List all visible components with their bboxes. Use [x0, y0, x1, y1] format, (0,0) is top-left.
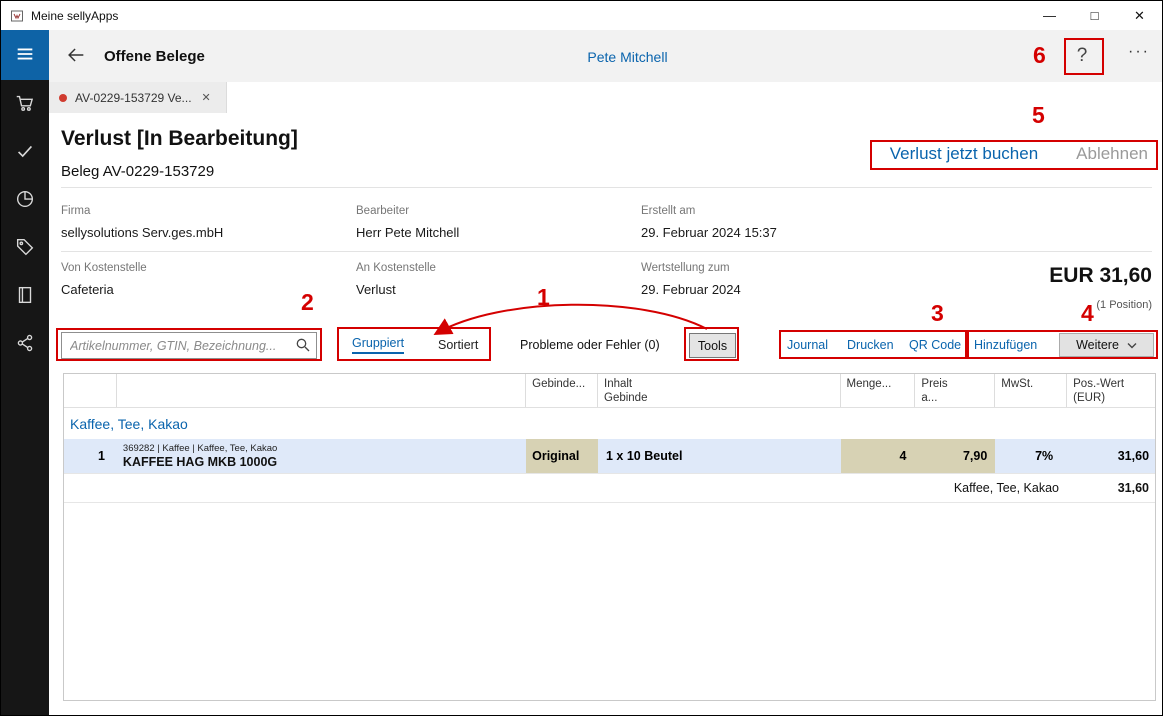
sidebar-item-reports[interactable] — [1, 176, 49, 224]
app-window: Meine sellyApps — □ ✕ — [0, 0, 1163, 716]
toggle-grouped[interactable]: Gruppiert — [352, 334, 404, 354]
cell-pos-wert: 31,60 — [1067, 439, 1155, 473]
divider — [61, 251, 1152, 252]
tab-modified-dot — [59, 94, 67, 102]
summary-label: Kaffee, Tee, Kakao — [64, 481, 1067, 495]
cell-mwst: 7% — [995, 439, 1067, 473]
tools-button[interactable]: Tools — [689, 333, 736, 358]
cell-position: 1 — [64, 439, 117, 473]
col-header-menge[interactable]: Menge... — [841, 374, 916, 407]
sidebar — [1, 30, 49, 715]
page-header: Offene Belege Pete Mitchell ? ··· — [49, 30, 1162, 82]
col-header-article[interactable] — [117, 374, 526, 407]
more-options-button[interactable]: ··· — [1128, 43, 1150, 61]
share-icon — [14, 332, 36, 357]
sidebar-item-tasks[interactable] — [1, 128, 49, 176]
group-header[interactable]: Kaffee, Tee, Kakao — [64, 408, 1155, 439]
col-header-pos[interactable] — [64, 374, 117, 407]
user-button[interactable]: Pete Mitchell — [587, 49, 667, 65]
field-value-wertstellung: 29. Februar 2024 — [641, 282, 741, 297]
field-label-von-kostenstelle: Von Kostenstelle — [61, 262, 147, 274]
field-value-bearbeiter: Herr Pete Mitchell — [356, 225, 459, 240]
tab-close-icon[interactable]: ✕ — [202, 91, 211, 104]
col-header-preis[interactable]: Preis a... — [915, 374, 995, 407]
col-header-inhalt-gebinde[interactable]: Inhalt Gebinde — [598, 374, 841, 407]
back-arrow-icon — [65, 44, 87, 69]
window-controls: — □ ✕ — [1027, 1, 1162, 30]
titlebar: Meine sellyApps — □ ✕ — [1, 1, 1162, 30]
positions-table: Gebinde... Inhalt Gebinde Menge... Preis… — [63, 373, 1156, 701]
search-input[interactable] — [61, 332, 317, 359]
summary-value: 31,60 — [1067, 481, 1155, 495]
sidebar-item-prices[interactable] — [1, 224, 49, 272]
field-label-wertstellung: Wertstellung zum — [641, 262, 730, 274]
cell-gebinde: Original — [526, 439, 598, 473]
reject-button[interactable]: Ablehnen — [1076, 144, 1148, 164]
window-title: Meine sellyApps — [31, 9, 118, 23]
field-label-an-kostenstelle: An Kostenstelle — [356, 262, 436, 274]
back-button[interactable] — [61, 41, 91, 71]
toggle-sorted[interactable]: Sortiert — [438, 334, 478, 356]
sidebar-item-journal[interactable] — [1, 272, 49, 320]
document-tab[interactable]: AV-0229-153729 Ve... ✕ — [49, 82, 227, 113]
col-header-gebinde[interactable]: Gebinde... — [526, 374, 598, 407]
chevron-down-icon — [1127, 338, 1137, 352]
table-header-row: Gebinde... Inhalt Gebinde Menge... Preis… — [64, 374, 1155, 408]
tag-icon — [14, 236, 36, 261]
qr-code-link[interactable]: QR Code — [909, 334, 961, 356]
sidebar-item-cart[interactable] — [1, 80, 49, 128]
cell-menge[interactable]: 4 — [841, 439, 916, 473]
field-label-erstellt-am: Erstellt am — [641, 205, 695, 217]
cart-icon — [14, 92, 36, 117]
field-label-firma: Firma — [61, 205, 90, 217]
col-header-pos-wert[interactable]: Pos.-Wert (EUR) — [1067, 374, 1155, 407]
tab-label: AV-0229-153729 Ve... — [75, 91, 192, 105]
article-name: KAFFEE HAG MKB 1000G — [123, 455, 526, 469]
field-value-firma: sellysolutions Serv.ges.mbH — [61, 225, 223, 240]
book-loss-button[interactable]: Verlust jetzt buchen — [890, 144, 1038, 164]
divider — [61, 187, 1152, 188]
close-button[interactable]: ✕ — [1117, 1, 1162, 30]
check-icon — [14, 140, 36, 165]
hamburger-menu-button[interactable] — [1, 30, 49, 80]
maximize-button[interactable]: □ — [1072, 1, 1117, 30]
group-summary-row: Kaffee, Tee, Kakao 31,60 — [64, 474, 1155, 503]
help-button[interactable]: ? — [1066, 39, 1098, 72]
problems-label: Probleme oder Fehler (0) — [520, 334, 660, 356]
tab-bar: AV-0229-153729 Ve... ✕ — [49, 82, 1162, 113]
document-actions: Verlust jetzt buchen Ablehnen — [890, 144, 1148, 164]
field-value-von-kostenstelle: Cafeteria — [61, 282, 114, 297]
main-content: Verlust [In Bearbeitung] Beleg AV-0229-1… — [49, 113, 1162, 715]
search-icon — [295, 337, 311, 358]
field-value-an-kostenstelle: Verlust — [356, 282, 396, 297]
app-icon — [10, 9, 24, 23]
table-row[interactable]: 1 369282 | Kaffee | Kaffee, Tee, Kakao K… — [64, 439, 1155, 474]
minimize-button[interactable]: — — [1027, 1, 1072, 30]
print-link[interactable]: Drucken — [847, 334, 894, 356]
cell-inhalt-gebinde: 1 x 10 Beutel — [598, 439, 841, 473]
field-label-bearbeiter: Bearbeiter — [356, 205, 409, 217]
journal-link[interactable]: Journal — [787, 334, 828, 356]
pie-chart-icon — [14, 188, 36, 213]
document-number: Beleg AV-0229-153729 — [61, 163, 214, 180]
field-value-erstellt-am: 29. Februar 2024 15:37 — [641, 225, 777, 240]
cell-preis[interactable]: 7,90 — [915, 439, 995, 473]
cell-article: 369282 | Kaffee | Kaffee, Tee, Kakao KAF… — [117, 439, 526, 473]
search-field-wrap — [61, 332, 317, 359]
more-dropdown-button[interactable]: Weitere — [1059, 333, 1154, 357]
menu-icon — [14, 43, 36, 68]
col-header-mwst[interactable]: MwSt. — [995, 374, 1067, 407]
article-meta: 369282 | Kaffee | Kaffee, Tee, Kakao — [123, 443, 526, 454]
document-title: Verlust [In Bearbeitung] — [61, 127, 298, 151]
sidebar-item-share[interactable] — [1, 320, 49, 368]
more-dropdown-label: Weitere — [1076, 338, 1119, 352]
position-count: (1 Position) — [1096, 299, 1152, 311]
page-title: Offene Belege — [104, 48, 205, 65]
document-total: EUR 31,60 — [1049, 264, 1152, 288]
add-link[interactable]: Hinzufügen — [974, 334, 1037, 356]
book-icon — [14, 284, 36, 309]
